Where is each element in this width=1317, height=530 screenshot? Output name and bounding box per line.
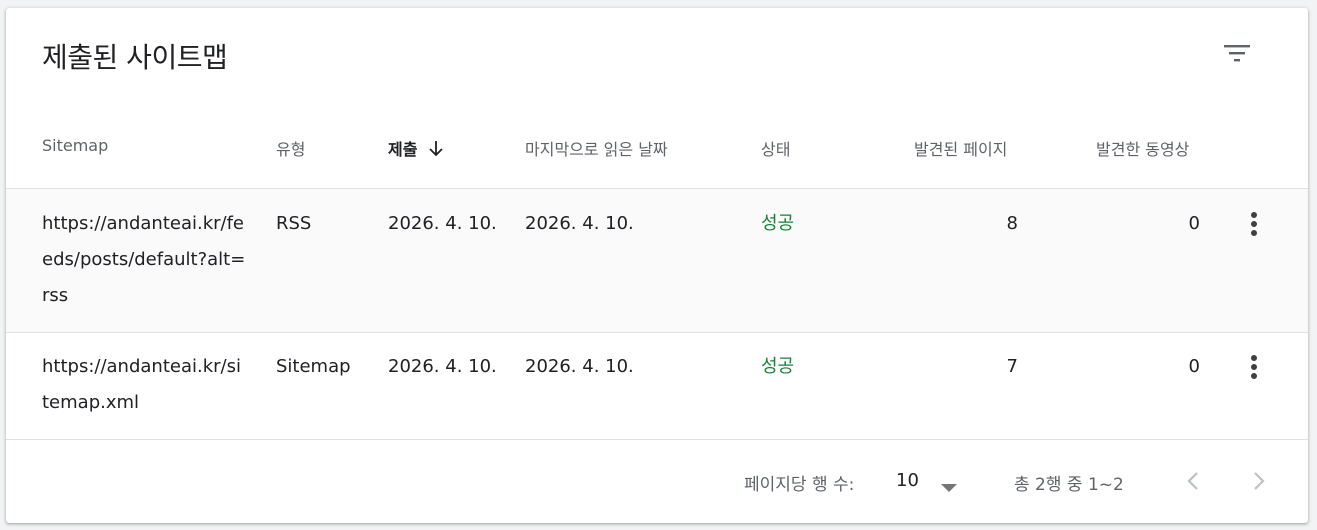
- column-header-submitted[interactable]: 제출: [388, 136, 445, 162]
- column-header-submitted-label: 제출: [388, 140, 418, 159]
- filter-icon: [1224, 45, 1250, 62]
- last-read-date: 2026. 4. 10.: [525, 356, 634, 377]
- sort-descending-icon: [427, 140, 445, 162]
- rows-per-page-label: 페이지당 행 수:: [744, 475, 855, 495]
- status-text: 성공: [761, 213, 795, 234]
- sitemap-url[interactable]: https://andanteai.kr/sitemap.xml: [42, 349, 246, 421]
- table-bottom-divider: [6, 439, 1308, 440]
- status-text: 성공: [761, 356, 795, 377]
- rows-per-page-select[interactable]: 10: [890, 466, 970, 496]
- submitted-date: 2026. 4. 10.: [388, 213, 497, 234]
- column-header-pages[interactable]: 발견된 페이지: [914, 136, 1007, 160]
- submitted-sitemaps-panel: 제출된 사이트맵 Sitemap 유형 제출 마지막으로 읽은 날짜 상태 발견…: [6, 8, 1308, 523]
- discovered-pages-count: 7: [1006, 356, 1018, 377]
- pagination-range-text: 총 2행 중 1~2: [1014, 475, 1124, 495]
- dropdown-caret-icon: [940, 478, 958, 497]
- column-header-last-read[interactable]: 마지막으로 읽은 날짜: [525, 136, 668, 160]
- chevron-right-icon: [1254, 472, 1265, 490]
- column-header-videos[interactable]: 발견한 동영상: [1096, 136, 1189, 160]
- discovered-videos-count: 0: [1188, 213, 1200, 234]
- row-more-options-button[interactable]: [1239, 349, 1269, 385]
- sitemap-type: Sitemap: [276, 356, 351, 377]
- column-header-sitemap[interactable]: Sitemap: [42, 136, 108, 155]
- filter-button[interactable]: [1220, 36, 1254, 70]
- previous-page-button[interactable]: [1176, 464, 1210, 498]
- row-more-options-button[interactable]: [1239, 206, 1269, 242]
- panel-title: 제출된 사이트맵: [42, 41, 228, 74]
- last-read-date: 2026. 4. 10.: [525, 213, 634, 234]
- rows-per-page-value: 10: [896, 470, 919, 491]
- sitemap-type: RSS: [276, 213, 312, 234]
- chevron-left-icon: [1187, 472, 1198, 490]
- submitted-date: 2026. 4. 10.: [388, 356, 497, 377]
- discovered-videos-count: 0: [1188, 356, 1200, 377]
- row-divider: [6, 332, 1308, 333]
- column-header-status[interactable]: 상태: [761, 136, 790, 160]
- sitemap-url[interactable]: https://andanteai.kr/feeds/posts/default…: [42, 206, 246, 314]
- column-header-type[interactable]: 유형: [276, 136, 305, 160]
- discovered-pages-count: 8: [1006, 213, 1018, 234]
- more-vert-icon: [1251, 212, 1257, 236]
- next-page-button[interactable]: [1242, 464, 1276, 498]
- more-vert-icon: [1251, 355, 1257, 379]
